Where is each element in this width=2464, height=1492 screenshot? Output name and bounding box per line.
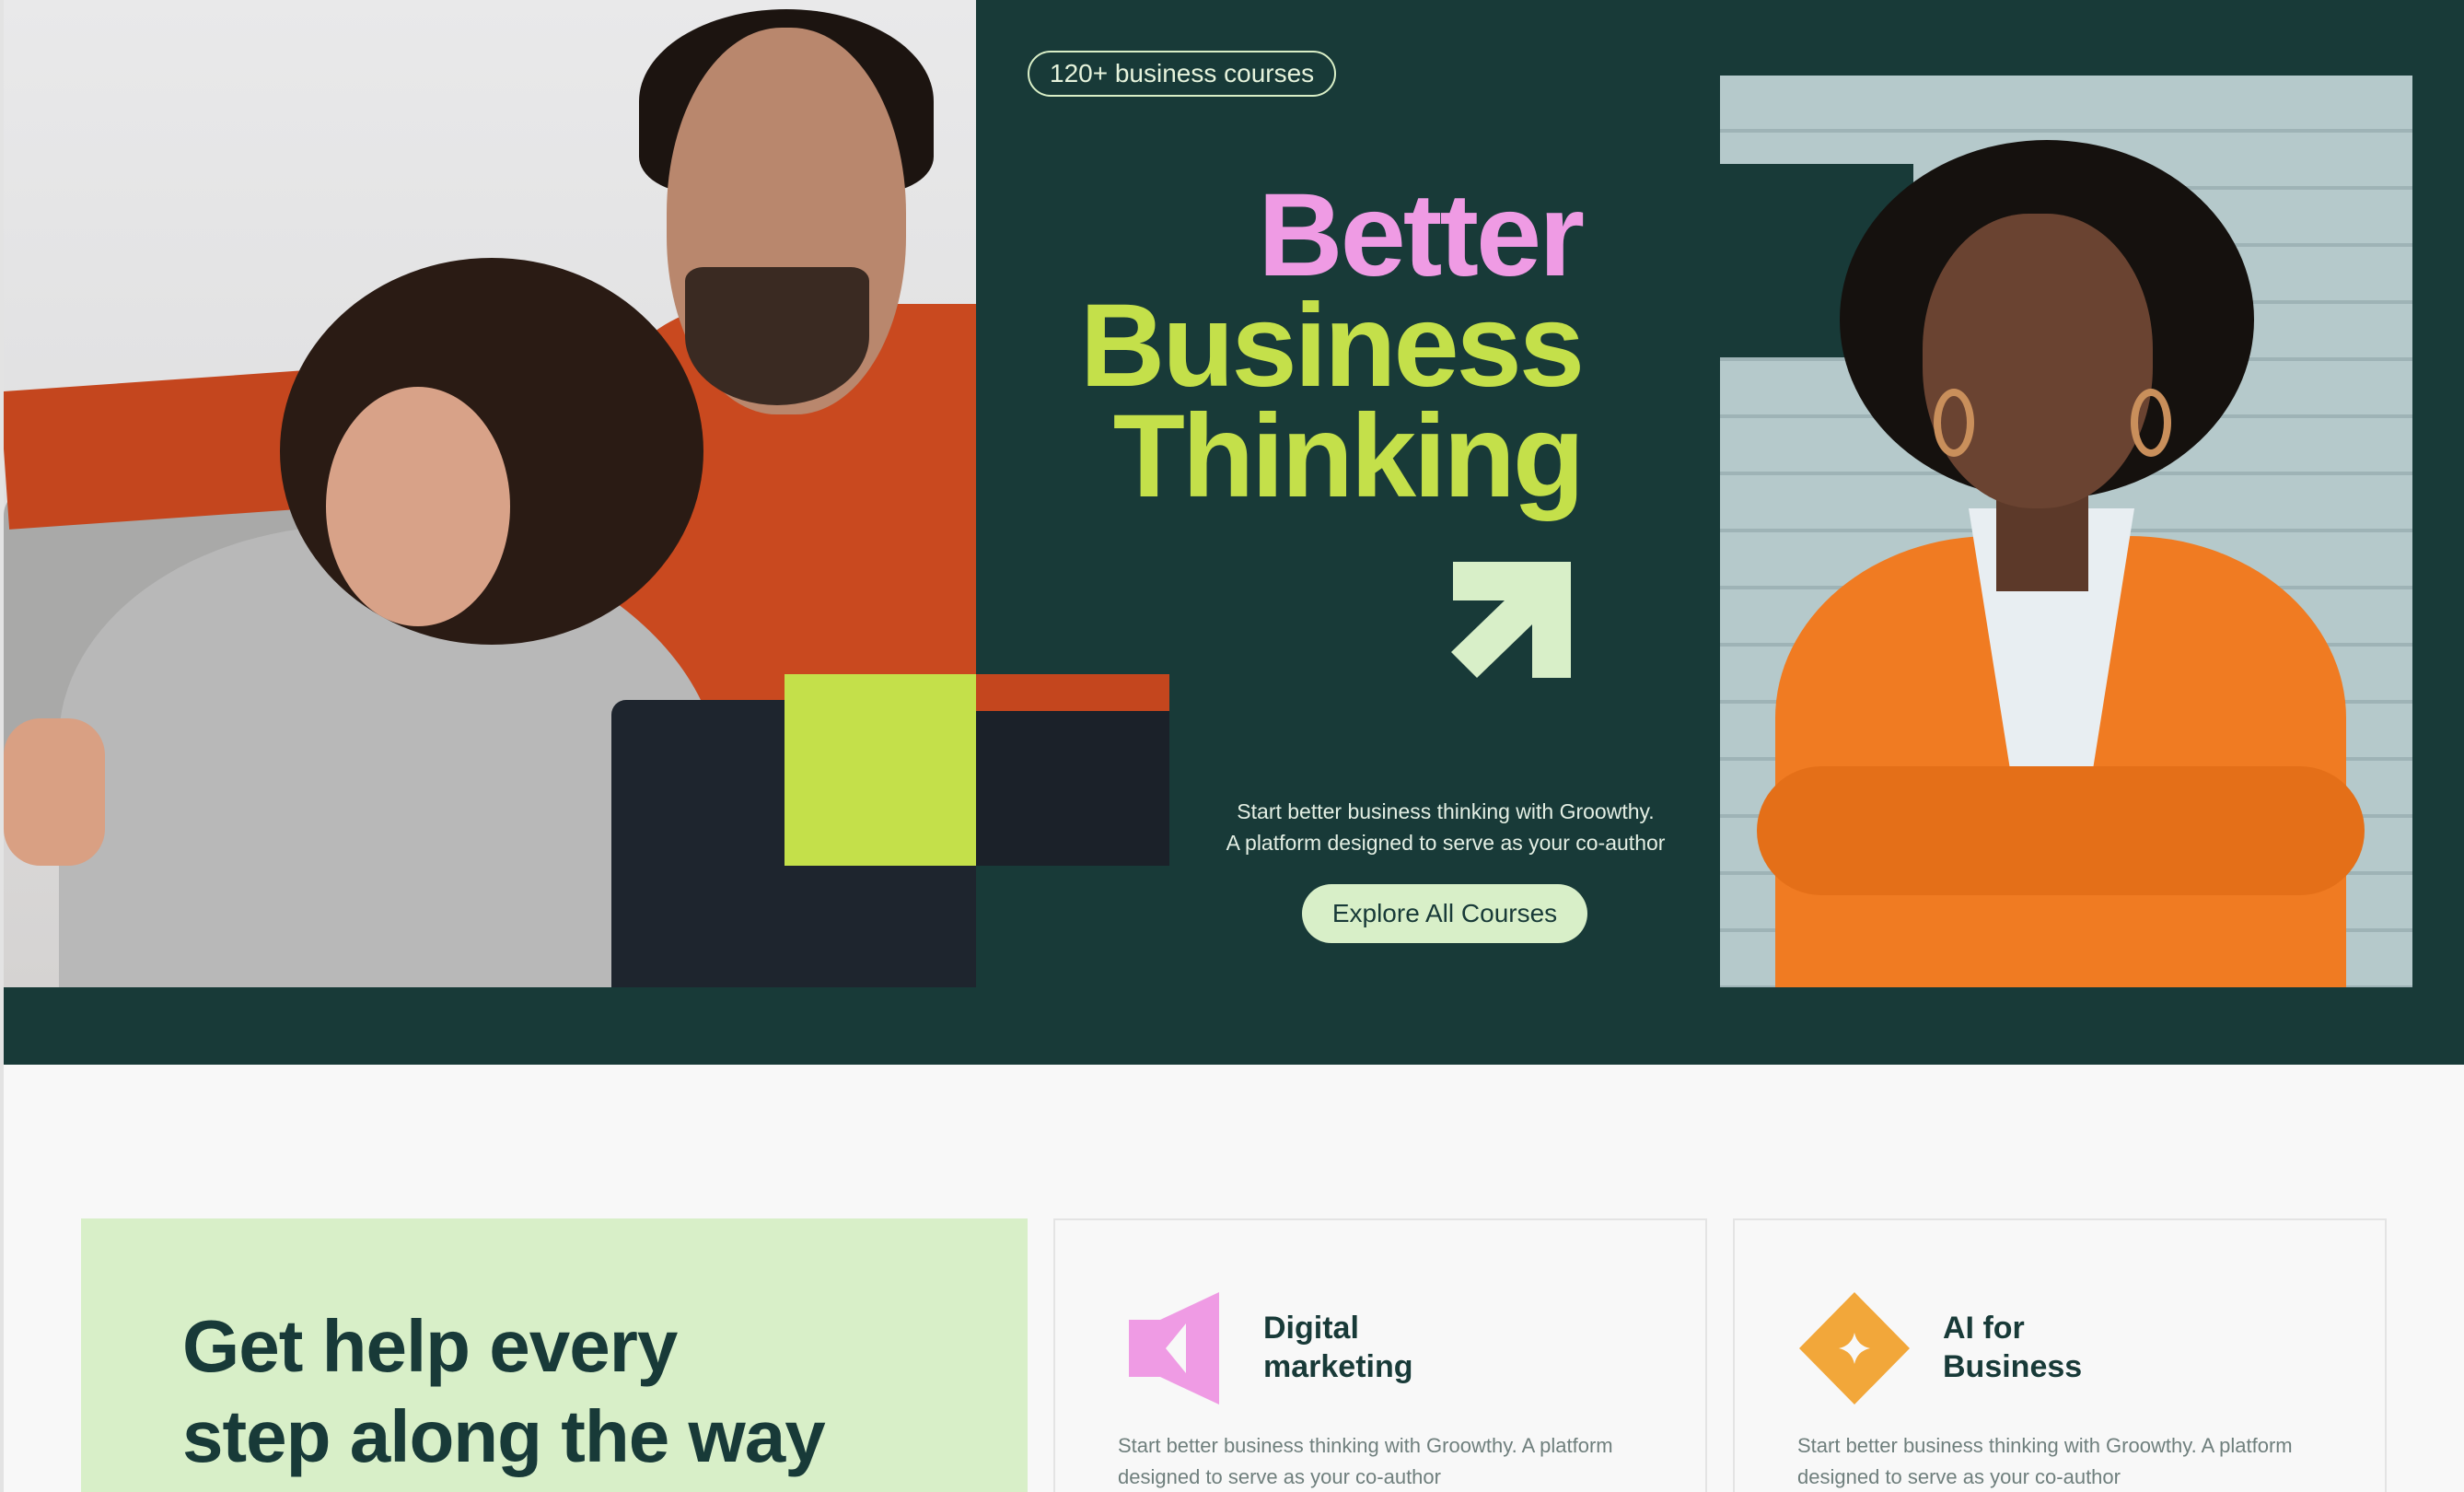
megaphone-icon (1129, 1292, 1219, 1405)
course-card-title-line-1: Digital (1263, 1311, 1359, 1346)
help-title-line-2: step along the way (182, 1395, 826, 1477)
woman-face (326, 387, 510, 626)
woman-hand (4, 718, 105, 866)
explore-courses-button[interactable]: Explore All Courses (1302, 884, 1587, 943)
help-title: Get help every step along the way (182, 1301, 1011, 1482)
headline-line-2: Business (1079, 280, 1585, 412)
course-card-title-line-1: AI for (1943, 1311, 2025, 1346)
photo-extension-laptop (976, 711, 1169, 866)
course-card-title-line-2: Business (1943, 1349, 2083, 1384)
course-card-description: Start better business thinking with Groo… (1118, 1430, 1670, 1492)
hero-subtext-line-2: A platform designed to serve as your co-… (1226, 831, 1666, 855)
course-card-desc-line-2: designed to serve as your co-author (1797, 1465, 2121, 1488)
course-card-description: Start better business thinking with Groo… (1797, 1430, 2350, 1492)
help-title-line-1: Get help every (182, 1305, 678, 1387)
courses-badge: 120+ business courses (1028, 51, 1337, 97)
earring-left (1934, 389, 1974, 457)
crossed-arms (1757, 766, 2365, 895)
course-card-title: Digital marketing (1263, 1309, 1503, 1386)
course-card-desc-line-1: Start better business thinking with Groo… (1118, 1434, 1613, 1457)
lime-accent-square (785, 674, 976, 866)
course-card-title: AI for Business (1943, 1309, 2182, 1386)
course-card-title-line-2: marketing (1263, 1349, 1413, 1384)
course-card-desc-line-1: Start better business thinking with Groo… (1797, 1434, 2293, 1457)
course-card-ai-for-business[interactable]: AI for Business Start better business th… (1733, 1218, 2387, 1492)
photo-extension-block (976, 674, 1169, 866)
course-card-desc-line-2: designed to serve as your co-author (1118, 1465, 1441, 1488)
sparkle-diamond-icon (1799, 1292, 1910, 1405)
arrow-up-right-icon (1451, 562, 1571, 678)
man-beard (685, 267, 869, 405)
earring-right (2131, 389, 2171, 457)
course-card-digital-marketing[interactable]: Digital marketing Start better business … (1053, 1218, 1707, 1492)
hero-photo-woman (1720, 76, 2412, 987)
hero-subtext-line-1: Start better business thinking with Groo… (1237, 799, 1655, 823)
headline-line-3: Thinking (1112, 390, 1585, 522)
headline-line-1: Better (1258, 169, 1585, 301)
hero-headline: Better Business Thinking (1079, 169, 1585, 522)
help-card: Get help every step along the way (81, 1218, 1028, 1492)
hero-subtext: Start better business thinking with Groo… (1169, 796, 1722, 858)
woman-face (1923, 214, 2153, 508)
